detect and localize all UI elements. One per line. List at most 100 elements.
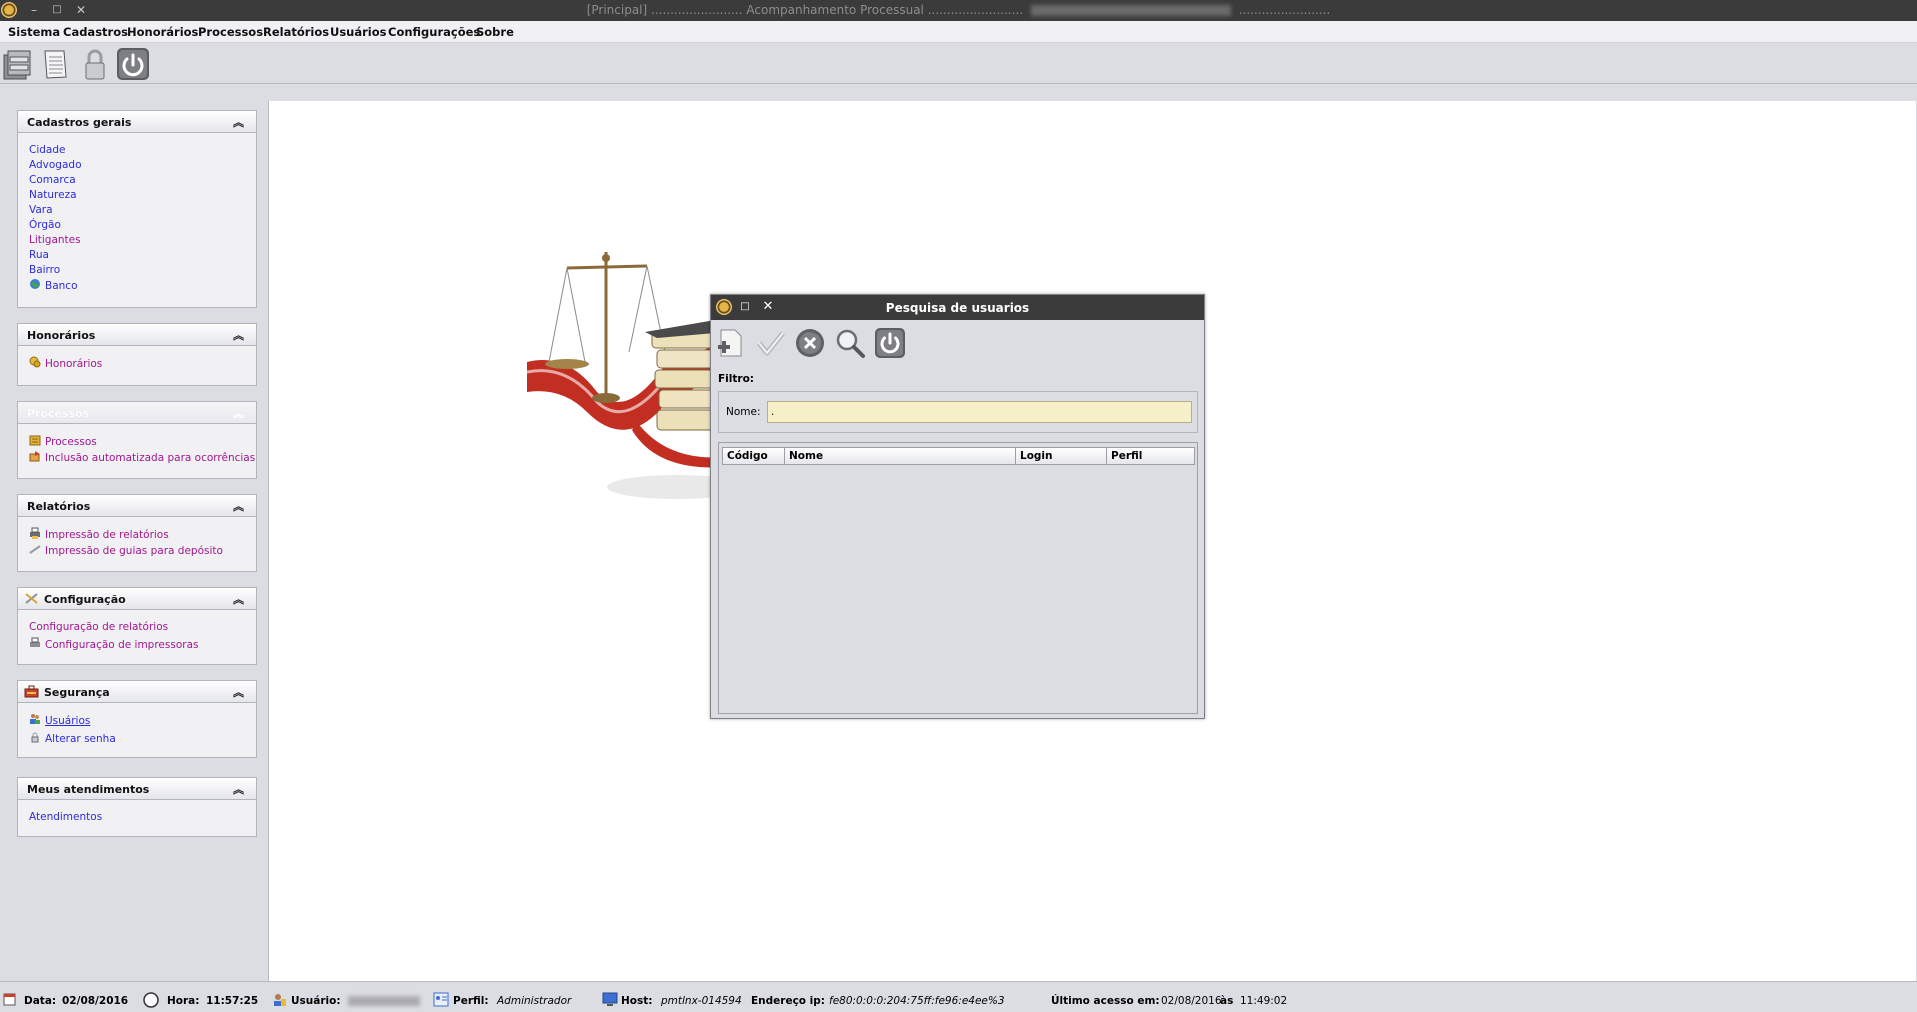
panel-title: Segurança xyxy=(44,686,110,699)
lock-icon xyxy=(29,731,41,743)
host-label: Host: xyxy=(621,995,653,1007)
panel-header[interactable]: Meus atendimentos ︽ xyxy=(18,778,256,800)
panel-title: Honorários xyxy=(27,329,96,342)
folder-icon xyxy=(29,434,41,446)
filter-label: Filtro: xyxy=(718,373,754,385)
collapse-icon[interactable]: ︽ xyxy=(233,684,244,700)
power-icon[interactable] xyxy=(874,327,906,359)
panel-header[interactable]: Honorários ︽ xyxy=(18,324,256,346)
clock-icon xyxy=(143,992,159,1008)
users-table[interactable]: Código Nome Login Perfil xyxy=(718,442,1198,714)
document-icon[interactable] xyxy=(38,47,72,81)
sidebar-item-impressao-guias-label: Impressão de guias para depósito xyxy=(45,545,223,557)
column-header-nome[interactable]: Nome xyxy=(784,447,1016,465)
pen-icon xyxy=(29,543,41,554)
profile-icon xyxy=(433,992,449,1007)
last-access-label: Último acesso em: xyxy=(1051,995,1160,1007)
column-header-codigo[interactable]: Código xyxy=(722,447,785,465)
new-record-icon[interactable] xyxy=(715,327,747,359)
sidebar-item-comarca[interactable]: Comarca xyxy=(18,173,256,188)
panel-header[interactable]: Cadastros gerais ︽ xyxy=(18,111,256,133)
window-title-suffix: ........................ xyxy=(1238,3,1331,17)
column-header-login[interactable]: Login xyxy=(1015,447,1107,465)
collapse-icon[interactable]: ︽ xyxy=(233,405,244,421)
sidebar-item-configuracao-relatorios[interactable]: Configuração de relatórios xyxy=(18,620,256,637)
cancel-icon[interactable] xyxy=(794,327,826,359)
menu-usuarios[interactable]: Usuários xyxy=(330,25,387,39)
calendar-icon xyxy=(3,992,16,1006)
window-title-text: [Principal] ........................ Aco… xyxy=(586,3,1024,17)
dialog-title: Pesquisa de usuarios xyxy=(885,301,1030,315)
computer-icon xyxy=(602,992,618,1007)
menu-sistema[interactable]: Sistema xyxy=(8,25,60,39)
menu-configuracoes[interactable]: Configurações xyxy=(388,25,480,39)
collapse-icon[interactable]: ︽ xyxy=(233,781,244,797)
panel-title: Configuração xyxy=(44,593,126,606)
coins-icon xyxy=(29,356,41,368)
confirm-icon[interactable] xyxy=(755,327,787,359)
sidebar-item-configuracao-impressoras-label: Configuração de impressoras xyxy=(45,639,199,651)
sidebar-item-configuracao-impressoras[interactable]: Configuração de impressoras xyxy=(18,637,256,652)
menu-sobre[interactable]: Sobre xyxy=(476,25,514,39)
collapse-icon[interactable]: ︽ xyxy=(233,114,244,130)
menu-relatorios[interactable]: Relatórios xyxy=(263,25,329,39)
panel-header[interactable]: Configuração ︽ xyxy=(18,588,256,610)
panel-configuracao: Configuração ︽ Configuração de relatório… xyxy=(17,587,257,665)
panel-seguranca: Segurança ︽ Usuários Alterar senha xyxy=(17,680,257,758)
profile-label: Perfil: xyxy=(453,995,489,1007)
workspace-top-border xyxy=(0,84,1917,101)
panel-meus-atendimentos: Meus atendimentos ︽ Atendimentos xyxy=(17,777,257,837)
time-label: Hora: xyxy=(167,995,200,1007)
collapse-icon[interactable]: ︽ xyxy=(233,327,244,343)
panel-title: Processos xyxy=(27,407,90,420)
sidebar-item-litigantes[interactable]: Litigantes xyxy=(18,233,256,248)
sidebar-item-impressao-guias[interactable]: Impressão de guias para depósito xyxy=(18,543,256,558)
ip-label: Endereço ip: xyxy=(751,995,825,1007)
lock-icon[interactable] xyxy=(78,47,112,81)
panel-processos: Processos ︽ Processos Inclusão automatiz… xyxy=(17,401,257,479)
collapse-icon[interactable]: ︽ xyxy=(233,498,244,514)
status-bar: Data: 02/08/2016 Hora: 11:57:25 Usuário:… xyxy=(0,981,1917,1012)
sidebar-item-usuarios[interactable]: Usuários xyxy=(18,713,256,731)
panel-header[interactable]: Segurança ︽ xyxy=(18,681,256,703)
sidebar-item-advogado[interactable]: Advogado xyxy=(18,158,256,173)
sidebar-item-honorarios[interactable]: Honorários xyxy=(18,356,256,371)
menu-bar: Sistema Cadastros Honorários Processos R… xyxy=(0,21,1917,43)
sidebar-item-banco-label: Banco xyxy=(45,280,78,292)
sidebar-item-banco[interactable]: Banco xyxy=(18,278,256,295)
column-header-perfil[interactable]: Perfil xyxy=(1106,447,1195,465)
panel-title: Meus atendimentos xyxy=(27,783,150,796)
toolbox-icon xyxy=(24,685,39,698)
date-label: Data: xyxy=(24,995,57,1007)
sidebar-item-processos[interactable]: Processos xyxy=(18,434,256,450)
printer-icon xyxy=(29,527,41,539)
host-value: pmtlnx-014594 xyxy=(661,995,742,1007)
menu-processos[interactable]: Processos xyxy=(198,25,263,39)
sidebar-item-bairro[interactable]: Bairro xyxy=(18,263,256,278)
sidebar-item-atendimentos[interactable]: Atendimentos xyxy=(18,810,256,825)
sidebar-item-processos-label: Processos xyxy=(45,436,97,448)
sidebar-item-impressao-relatorios[interactable]: Impressão de relatórios xyxy=(18,527,256,543)
ip-value: fe80:0:0:0:204:75ff:fe96:e4ee%3 xyxy=(829,995,1005,1007)
sidebar-item-orgao[interactable]: Órgão xyxy=(18,218,256,233)
cabinet-icon[interactable] xyxy=(0,47,34,81)
panel-header[interactable]: Relatórios ︽ xyxy=(18,495,256,517)
sidebar-item-rua[interactable]: Rua xyxy=(18,248,256,263)
sidebar-item-usuarios-label: Usuários xyxy=(45,715,91,727)
name-search-input[interactable] xyxy=(767,401,1192,423)
power-icon[interactable] xyxy=(116,47,150,81)
menu-honorarios[interactable]: Honorários xyxy=(127,25,198,39)
sidebar-item-cidade[interactable]: Cidade xyxy=(18,143,256,158)
sidebar-item-natureza[interactable]: Natureza xyxy=(18,188,256,203)
panel-header[interactable]: Processos ︽ xyxy=(18,402,256,424)
dialog-titlebar[interactable]: □ ✕ Pesquisa de usuarios xyxy=(711,295,1204,320)
main-toolbar xyxy=(0,43,1917,84)
search-icon[interactable] xyxy=(834,327,866,359)
sidebar-item-inclusao-automatizada[interactable]: Inclusão automatizada para ocorrências xyxy=(18,450,256,465)
user-search-dialog: □ ✕ Pesquisa de usuarios Filtro: Nome: C… xyxy=(710,294,1205,719)
menu-cadastros[interactable]: Cadastros xyxy=(63,25,128,39)
profile-value: Administrador xyxy=(497,995,572,1007)
sidebar-item-vara[interactable]: Vara xyxy=(18,203,256,218)
collapse-icon[interactable]: ︽ xyxy=(233,591,244,607)
sidebar-item-alterar-senha[interactable]: Alterar senha xyxy=(18,731,256,746)
